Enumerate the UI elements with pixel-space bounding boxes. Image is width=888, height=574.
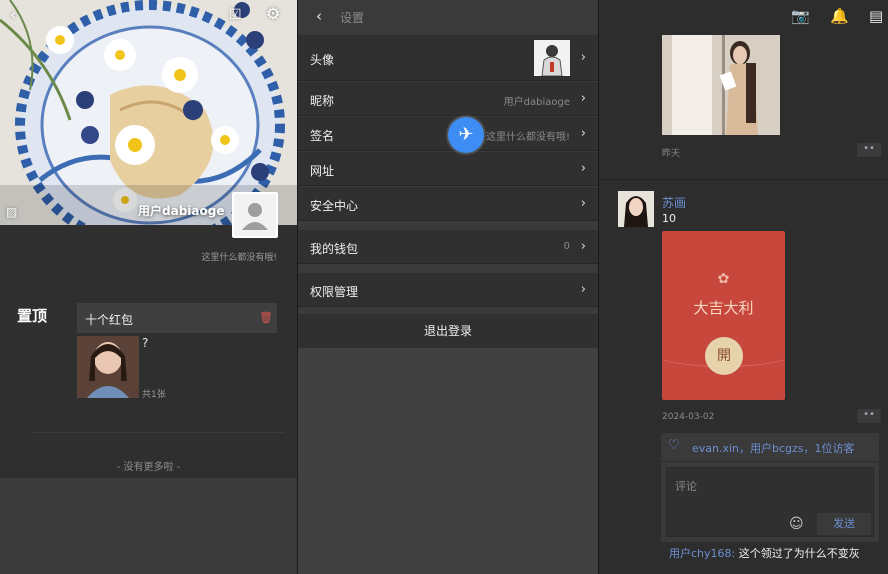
logout-button[interactable]: 退出登录 (298, 314, 598, 348)
heart-icon: ♡ (668, 438, 680, 453)
section-gap (298, 265, 598, 273)
profile-panel: ‹ ☑ ⚙ ▨ 用户dabiaoge 这里什么都没有哦! 置顶 十个红包 🗑 ?… (0, 0, 297, 574)
chevron-right-icon: › (580, 91, 586, 106)
contacts-book-icon[interactable]: ▤ (869, 7, 883, 25)
app-root: ‹ ☑ ⚙ ▨ 用户dabiaoge 这里什么都没有哦! 置顶 十个红包 🗑 ?… (0, 0, 888, 574)
row-value: 这里什么都没有哦! (485, 132, 570, 143)
gear-icon[interactable]: ⚙ (266, 6, 280, 22)
trash-icon[interactable]: 🗑 (259, 311, 273, 324)
post-time: 昨天 (662, 149, 681, 159)
row-label: 权限管理 (310, 285, 359, 299)
more-options-button[interactable]: •• (857, 143, 881, 157)
portrait-photo (77, 336, 139, 398)
chevron-right-icon: › (580, 196, 586, 211)
cover-username: 用户dabiaoge (138, 204, 225, 218)
photo-caption: ? (142, 336, 149, 350)
settings-row-avatar[interactable]: 头像 › (298, 35, 598, 81)
more-options-button[interactable]: •• (857, 409, 881, 423)
pinned-redpacket-card[interactable]: 十个红包 🗑 (77, 303, 277, 333)
settings-header: ‹ 设置 (298, 0, 598, 34)
likes-names[interactable]: evan.xin，用户bcgzs，1位访客 (692, 440, 855, 456)
comment-input[interactable]: 评论 ☺ 发送 (666, 467, 874, 537)
avatar[interactable] (232, 192, 278, 238)
avatar-thumbnail (534, 40, 570, 76)
user-placeholder-icon (242, 203, 268, 230)
bell-icon[interactable]: 🔔 (830, 7, 849, 25)
row-label: 安全中心 (310, 199, 359, 213)
redpacket-open-button[interactable]: 開 (705, 337, 743, 375)
chevron-right-icon: › (580, 282, 586, 297)
back-icon[interactable]: ‹ (10, 7, 16, 23)
chevron-right-icon: › (580, 50, 586, 65)
profile-signature: 这里什么都没有哦! (201, 253, 277, 263)
likes-box: ♡ evan.xin，用户bcgzs，1位访客 (661, 433, 879, 461)
comment-text: 这个领过了为什么不变灰 (738, 547, 860, 560)
chevron-right-icon: › (580, 161, 586, 176)
send-button[interactable]: 发送 (817, 513, 871, 535)
settings-title: 设置 (340, 11, 365, 25)
row-label: 我的钱包 (310, 242, 359, 256)
comment-box: 评论 ☺ 发送 (661, 462, 879, 542)
settings-row-permissions[interactable]: 权限管理 › (298, 273, 598, 307)
settings-row-security[interactable]: 安全中心 › (298, 187, 598, 221)
settings-row-nickname[interactable]: 昵称 用户dabiaoge › (298, 82, 598, 116)
airplane-icon[interactable]: ✈ (448, 117, 484, 153)
author-avatar[interactable] (618, 191, 654, 227)
settings-row-website[interactable]: 网址 › (298, 152, 598, 186)
comment-author[interactable]: 用户chy168: (669, 547, 735, 560)
redpacket-flower-icon: ✿ (717, 271, 730, 287)
no-more-text: - 没有更多啦 - (116, 462, 181, 473)
woman-reading-photo (662, 35, 780, 135)
post-text: 10 (662, 212, 676, 225)
settings-empty-area (298, 348, 598, 574)
post-divider (599, 179, 888, 180)
post-date: 2024-03-02 (662, 412, 715, 422)
chevron-right-icon: › (580, 126, 586, 141)
author-name[interactable]: 苏画 (662, 194, 686, 211)
comment-item[interactable]: 用户chy168: 这个领过了为什么不变灰 (669, 545, 860, 561)
pinned-photo-thumbnail[interactable] (77, 336, 139, 398)
row-value: 用户dabiaoge (503, 97, 570, 108)
left-bottom-area (0, 478, 297, 574)
divider (30, 432, 285, 433)
row-label: 昵称 (310, 94, 335, 108)
section-gap (298, 307, 598, 314)
pinned-label: 置顶 (17, 307, 48, 325)
row-label: 网址 (310, 164, 335, 178)
comment-placeholder: 评论 (675, 480, 697, 493)
pinned-card-title: 十个红包 (85, 313, 134, 327)
section-gap (298, 222, 598, 230)
redpacket-title: 大吉大利 (693, 299, 754, 317)
calendar-check-icon[interactable]: ☑ (229, 7, 242, 23)
redpacket-card[interactable]: ✿ 大吉大利 開 (662, 231, 785, 400)
camera-icon[interactable]: 📷 (791, 7, 810, 25)
author-portrait (618, 191, 654, 227)
photo-count: 共1张 (142, 390, 166, 400)
back-icon[interactable]: ‹ (316, 7, 322, 25)
image-icon[interactable]: ▨ (6, 204, 17, 220)
post-photo[interactable] (662, 35, 780, 135)
avatar-illustration (534, 40, 570, 76)
moments-feed-panel: 📷 🔔 ▤ 昨天 •• 苏画 10 ✿ 大吉大利 開 2024-03-02 ••… (599, 0, 888, 574)
row-label: 签名 (310, 129, 335, 143)
settings-row-wallet[interactable]: 我的钱包 0 › (298, 230, 598, 264)
row-label: 头像 (310, 53, 335, 67)
chevron-right-icon: › (580, 239, 586, 254)
row-value: 0 (563, 241, 570, 252)
emoji-icon[interactable]: ☺ (789, 516, 804, 532)
settings-panel: ‹ 设置 头像 › 昵称 用户dabiaoge › 签名 这里什么都没有哦! ›… (298, 0, 598, 574)
